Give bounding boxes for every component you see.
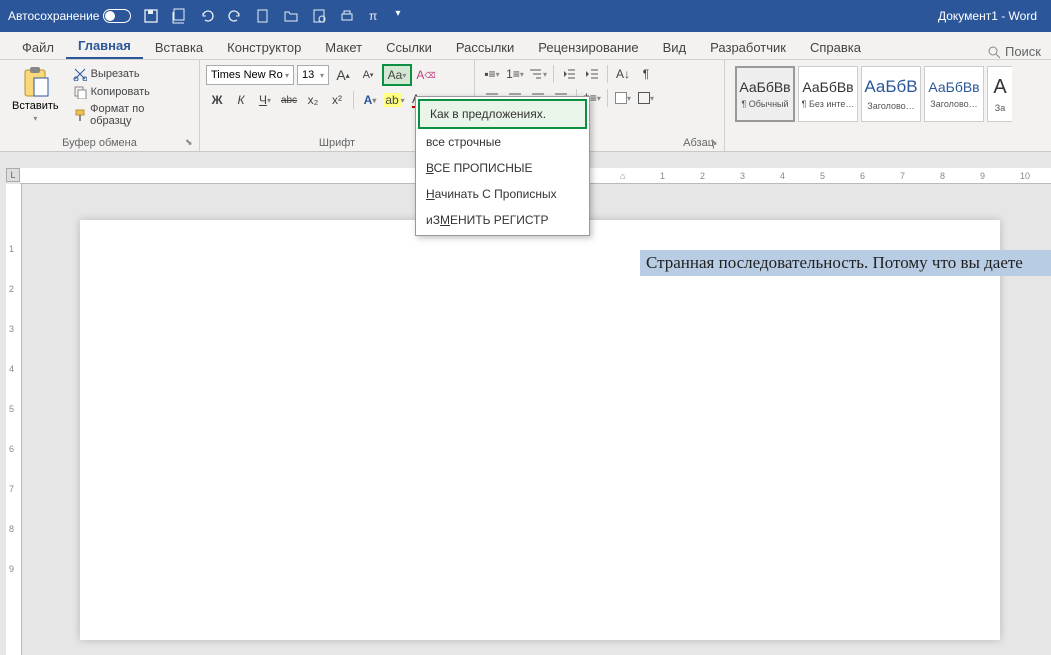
scissors-icon xyxy=(73,67,87,81)
format-painter-button[interactable]: Формат по образцу xyxy=(69,102,189,128)
bold-button[interactable]: Ж xyxy=(206,90,228,110)
tab-design[interactable]: Конструктор xyxy=(215,35,313,59)
subscript-button[interactable]: x₂ xyxy=(302,90,324,110)
style-nospacing[interactable]: АаБбВв¶ Без инте… xyxy=(798,66,858,122)
autosave-toggle[interactable]: Автосохранение xyxy=(8,9,131,23)
borders-button[interactable]: ▾ xyxy=(635,88,657,108)
case-lowercase[interactable]: все строчные xyxy=(416,129,589,155)
case-uppercase[interactable]: ВСЕ ПРОПИСНЫЕ xyxy=(416,155,589,181)
font-name-combo[interactable]: Times New Ro▾ xyxy=(206,65,294,85)
tab-file[interactable]: Файл xyxy=(10,35,66,59)
vertical-ruler[interactable]: 123456789 xyxy=(6,184,22,655)
bullets-button[interactable]: ▪≡▾ xyxy=(481,64,503,84)
clipboard-icon xyxy=(20,66,50,98)
tab-mailings[interactable]: Рассылки xyxy=(444,35,526,59)
document-page[interactable]: Странная последовательность. Потому что … xyxy=(80,220,1000,640)
open-icon[interactable] xyxy=(283,8,299,24)
format-painter-label: Формат по образцу xyxy=(90,103,185,127)
ruler-corner[interactable]: L xyxy=(6,168,20,182)
separator xyxy=(353,91,354,109)
paragraph-launcher-icon[interactable]: ⬊ xyxy=(710,137,722,149)
copy-button[interactable]: Копировать xyxy=(69,84,189,100)
shrink-font-button[interactable]: A▾ xyxy=(357,65,379,85)
paste-button[interactable]: Вставить ▾ xyxy=(6,64,65,147)
clipboard-group-label: Буфер обмена xyxy=(0,137,199,149)
group-clipboard: Вставить ▾ Вырезать Копировать Формат по… xyxy=(0,60,200,151)
new-doc-icon[interactable] xyxy=(255,8,271,24)
tab-insert[interactable]: Вставка xyxy=(143,35,215,59)
chevron-down-icon: ▾ xyxy=(285,71,289,80)
shading-button[interactable]: ▾ xyxy=(612,88,634,108)
multilevel-icon xyxy=(529,68,543,80)
separator xyxy=(607,89,608,107)
quick-access-toolbar: π ▾ xyxy=(143,8,400,24)
tab-references[interactable]: Ссылки xyxy=(374,35,444,59)
font-size-combo[interactable]: 13 ▾ xyxy=(297,65,329,85)
title-bar: Автосохранение π ▾ Документ1 - Word xyxy=(0,0,1051,32)
style-normal[interactable]: АаБбВв¶ Обычный xyxy=(735,66,795,122)
paste-label: Вставить xyxy=(12,100,59,112)
case-sentence[interactable]: Как в предложениях. xyxy=(418,99,587,129)
grow-font-button[interactable]: A▴ xyxy=(332,65,354,85)
search-box[interactable]: Поиск xyxy=(987,44,1041,59)
font-size-value: 13 xyxy=(302,69,314,81)
brush-icon xyxy=(73,108,86,122)
cut-label: Вырезать xyxy=(91,68,140,80)
strike-button[interactable]: abc xyxy=(278,90,300,110)
decrease-indent-button[interactable] xyxy=(558,64,580,84)
case-capitalize-each[interactable]: Начинать С Прописных xyxy=(416,181,589,207)
tab-review[interactable]: Рецензирование xyxy=(526,35,650,59)
svg-text:π: π xyxy=(369,9,377,23)
font-name-value: Times New Ro xyxy=(211,69,283,81)
redo-icon[interactable] xyxy=(227,8,243,24)
increase-indent-button[interactable] xyxy=(581,64,603,84)
equation-icon[interactable]: π xyxy=(367,8,383,24)
show-marks-button[interactable]: ¶ xyxy=(635,64,657,84)
text-effects-button[interactable]: A▾ xyxy=(359,90,381,110)
ribbon-tabs: Файл Главная Вставка Конструктор Макет С… xyxy=(0,32,1051,60)
case-toggle[interactable]: иЗМЕНИТЬ РЕГИСТР xyxy=(416,207,589,233)
highlight-button[interactable]: ab▾ xyxy=(383,90,405,110)
sort-button[interactable]: A↓ xyxy=(612,64,634,84)
underline-button[interactable]: Ч▾ xyxy=(254,90,276,110)
separator xyxy=(553,65,554,83)
selected-text[interactable]: Странная последовательность. Потому что … xyxy=(640,250,1051,276)
toggle-off-icon[interactable] xyxy=(103,9,131,23)
search-icon xyxy=(987,45,1001,59)
numbering-button[interactable]: 1≡▾ xyxy=(504,64,526,84)
tab-developer[interactable]: Разработчик xyxy=(698,35,798,59)
style-heading2[interactable]: АаБбВвЗаголово… xyxy=(924,66,984,122)
document-title: Документ1 - Word xyxy=(938,9,1037,23)
search-label: Поиск xyxy=(1005,44,1041,59)
change-case-menu: Как в предложениях. все строчные ВСЕ ПРО… xyxy=(415,96,590,236)
clipboard-launcher-icon[interactable]: ⬊ xyxy=(185,137,197,149)
print-preview-icon[interactable] xyxy=(311,8,327,24)
save-icon[interactable] xyxy=(143,8,159,24)
style-title[interactable]: АЗа xyxy=(987,66,1012,122)
italic-button[interactable]: К xyxy=(230,90,252,110)
superscript-button[interactable]: x² xyxy=(326,90,348,110)
style-heading1[interactable]: АаБбВЗаголово… xyxy=(861,66,921,122)
indent-icon xyxy=(585,68,599,80)
copy-label: Копировать xyxy=(91,86,150,98)
chevron-down-icon: ▾ xyxy=(320,71,324,80)
tab-help[interactable]: Справка xyxy=(798,35,873,59)
group-styles: АаБбВв¶ Обычный АаБбВв¶ Без инте… АаБбВЗ… xyxy=(725,60,1051,151)
copy-icon xyxy=(73,85,87,99)
tab-view[interactable]: Вид xyxy=(651,35,699,59)
save-all-icon[interactable] xyxy=(171,8,187,24)
autosave-label: Автосохранение xyxy=(8,9,99,23)
tab-home[interactable]: Главная xyxy=(66,33,143,59)
tab-layout[interactable]: Макет xyxy=(313,35,374,59)
chevron-down-icon: ▾ xyxy=(33,114,37,123)
multilevel-button[interactable]: ▾ xyxy=(527,64,549,84)
quick-print-icon[interactable] xyxy=(339,8,355,24)
undo-icon[interactable] xyxy=(199,8,215,24)
clear-format-button[interactable]: A⌫ xyxy=(415,65,437,85)
outdent-icon xyxy=(562,68,576,80)
change-case-button[interactable]: Aa▾ xyxy=(382,64,412,86)
cut-button[interactable]: Вырезать xyxy=(69,66,189,82)
qat-more-icon[interactable]: ▾ xyxy=(395,8,400,24)
separator xyxy=(607,65,608,83)
